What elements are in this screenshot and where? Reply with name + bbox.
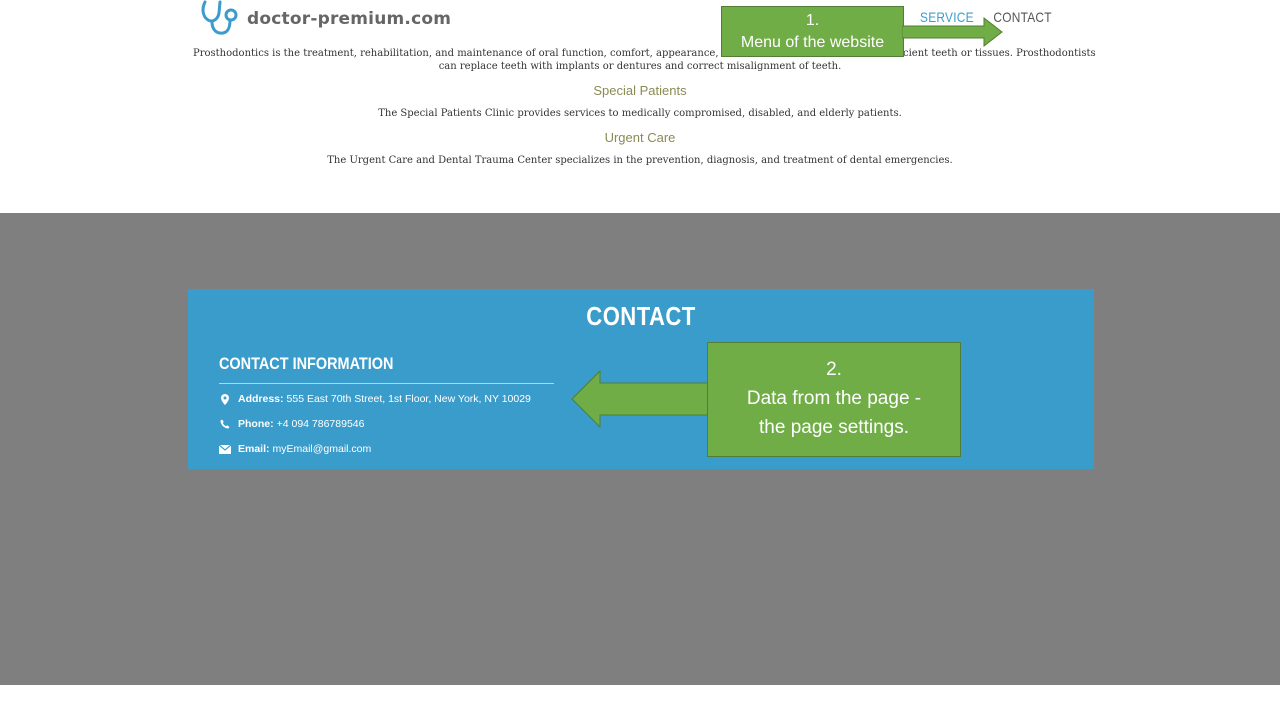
address-row: Address: 555 East 70th Street, 1st Floor… bbox=[219, 393, 531, 405]
right-arrow-icon bbox=[902, 17, 1003, 47]
contact-information-heading: CONTACT INFORMATION bbox=[219, 354, 394, 373]
map-marker-icon bbox=[219, 393, 231, 405]
annotation-2-line1: Data from the page - bbox=[746, 388, 922, 409]
prosthodontics-text-line2: can replace teeth with implants or dentu… bbox=[438, 61, 842, 72]
annotation-menu-callout: 1. Menu of the website bbox=[721, 6, 904, 57]
phone-row: Phone: +4 094 786789546 bbox=[219, 418, 364, 430]
annotation-data-callout: 2. Data from the page - the page setting… bbox=[707, 342, 961, 457]
divider bbox=[219, 383, 554, 384]
phone-label: Phone: bbox=[238, 418, 274, 430]
urgent-care-title: Urgent Care bbox=[604, 130, 676, 145]
annotation-2-line2: the page settings. bbox=[759, 417, 909, 438]
left-arrow-icon bbox=[571, 370, 710, 429]
annotation-2-number: 2. bbox=[826, 359, 842, 380]
annotation-1-text: Menu of the website bbox=[740, 34, 885, 51]
email-row: Email: myEmail@gmail.com bbox=[219, 443, 371, 455]
prosthodontics-text-line1b: cient teeth or tissues. Prosthodontists bbox=[903, 47, 1103, 60]
contact-title: CONTACT bbox=[586, 301, 696, 331]
special-patients-title: Special Patients bbox=[593, 83, 687, 98]
address-label: Address: bbox=[238, 393, 284, 405]
site-logo[interactable]: doctor-premium.com bbox=[199, 0, 451, 38]
prostho-text-part1b: cient teeth or tissues. Prosthodontists bbox=[903, 48, 1096, 59]
email-value[interactable]: myEmail@gmail.com bbox=[273, 443, 372, 455]
address-value: 555 East 70th Street, 1st Floor, New Yor… bbox=[286, 393, 531, 405]
email-label: Email: bbox=[238, 443, 270, 455]
phone-value[interactable]: +4 094 786789546 bbox=[277, 418, 365, 430]
urgent-care-text: The Urgent Care and Dental Trauma Center… bbox=[327, 155, 953, 166]
special-patients-text: The Special Patients Clinic provides ser… bbox=[378, 108, 902, 119]
prostho-text-part1: Prosthodontics is the treatment, rehabil… bbox=[193, 48, 751, 59]
annotation-1-number: 1. bbox=[805, 12, 820, 29]
logo-text: doctor-premium.com bbox=[247, 9, 452, 29]
envelope-icon bbox=[219, 443, 231, 455]
stethoscope-icon bbox=[201, 0, 238, 35]
phone-icon bbox=[219, 418, 231, 430]
